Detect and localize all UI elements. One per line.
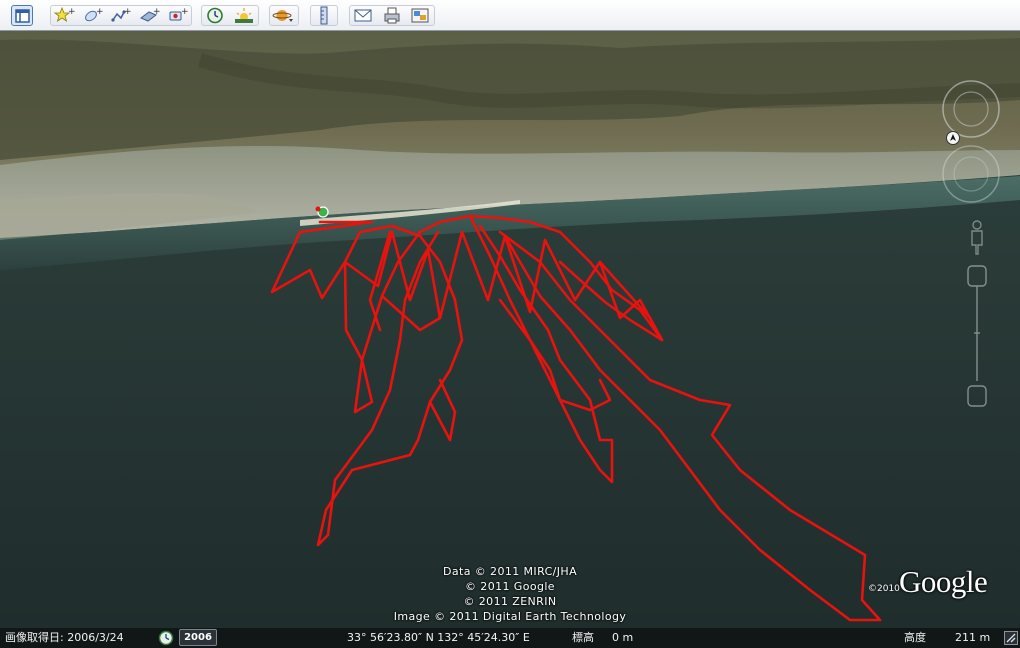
printer-icon [384,7,400,24]
navigation-controls [942,80,1000,407]
add-placemark-button[interactable]: + [53,5,75,26]
envelope-icon [354,9,372,22]
eye-altitude-value: 211 m [955,631,991,644]
google-logo: Google [899,564,988,599]
svg-text:+: + [153,7,160,17]
clock-icon [207,7,223,24]
add-polygon-button[interactable]: + [81,5,103,26]
status-bar: 画像取得日: 2006/3/24 2006 33° 56′23.80″ N 13… [0,628,1020,648]
attribution-line: © 2011 ZENRIN [463,595,557,608]
svg-text:+: + [96,7,103,17]
toolbar: + + + + + [0,0,1020,31]
eye-altitude-label: 高度 [904,631,926,644]
attribution-line: Image © 2011 Digital Earth Technology [393,610,627,623]
attribution-line: Data © 2011 MIRC/JHA [442,565,577,578]
sun-icon [235,8,253,23]
sidebar-toggle-button[interactable] [11,5,33,26]
imagery-attribution: Data © 2011 MIRC/JHA © 2011 Google © 201… [374,564,646,624]
logo-copyright-year: ©2010 [868,584,900,594]
sidebar-icon [15,9,30,23]
record-tour-icon: + [169,7,188,21]
map-viewport[interactable]: Data © 2011 MIRC/JHA © 2011 Google © 201… [0,31,1020,628]
ruler-icon [320,6,328,25]
svg-text:+: + [124,7,131,17]
zoom-slider[interactable] [967,265,987,407]
save-image-icon [411,8,429,23]
record-tour-button[interactable]: + [166,5,188,26]
timeline-year-button[interactable]: 2006 [179,629,217,646]
historical-imagery-clock-icon[interactable] [158,630,174,646]
planet-icon [272,10,293,22]
print-button[interactable] [381,5,403,26]
add-image-overlay-button[interactable]: + [138,5,160,26]
svg-text:+: + [181,7,188,17]
path-icon: + [111,7,131,22]
placemark-pin-icon: + [53,6,75,22]
svg-text:+: + [68,7,75,17]
attribution-line: © 2011 Google [465,580,555,593]
elevation-label: 標高 [572,631,594,644]
historical-imagery-button[interactable] [204,5,226,26]
image-overlay-icon: + [140,7,160,22]
north-compass-icon[interactable] [946,131,960,145]
imagery-date: 画像取得日: 2006/3/24 [5,631,124,644]
sunlight-button[interactable] [233,5,255,26]
switch-planet-button[interactable] [272,5,294,26]
look-joystick[interactable] [942,80,1000,138]
save-image-button[interactable] [409,5,431,26]
email-button[interactable] [352,5,374,26]
elevation-value: 0 m [612,631,634,644]
ruler-button[interactable] [313,5,335,26]
polygon-icon: + [85,7,103,22]
satellite-terrain-scene [0,31,1020,628]
street-view-pegman-icon[interactable] [971,220,983,255]
move-joystick[interactable] [942,145,1000,203]
pointer-coordinates: 33° 56′23.80″ N 132° 45′24.30″ E [347,631,530,644]
resize-corner-icon[interactable] [1004,631,1018,645]
add-path-button[interactable]: + [109,5,131,26]
